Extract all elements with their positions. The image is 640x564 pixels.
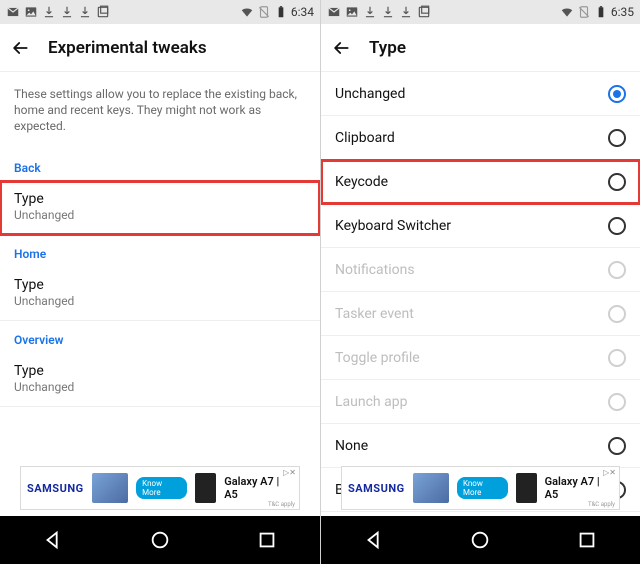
- option-label: Notifications: [335, 262, 415, 278]
- gmail-icon: [6, 5, 20, 19]
- ad-product-image: [516, 473, 537, 503]
- nav-recents-button[interactable]: [254, 527, 280, 553]
- type-option: Tasker event: [321, 292, 640, 336]
- option-label: Unchanged: [335, 86, 405, 102]
- adchoices-icon[interactable]: ▷✕: [283, 468, 296, 477]
- type-option: Notifications: [321, 248, 640, 292]
- radio-button-icon[interactable]: [608, 217, 626, 235]
- radio-button-icon: [608, 349, 626, 367]
- option-label: Keycode: [335, 174, 388, 190]
- app-bar: Type: [321, 24, 640, 72]
- adchoices-icon[interactable]: ▷✕: [603, 468, 616, 477]
- radio-button-icon[interactable]: [608, 173, 626, 191]
- wifi-icon: [240, 5, 254, 19]
- nav-back-button[interactable]: [361, 527, 387, 553]
- section-header-overview: Overview: [0, 321, 320, 353]
- radio-button-icon: [608, 393, 626, 411]
- nav-home-button[interactable]: [147, 527, 173, 553]
- type-option[interactable]: None: [321, 424, 640, 468]
- section-header-home: Home: [0, 235, 320, 267]
- no-sim-icon: [577, 5, 591, 19]
- pref-title: Type: [14, 363, 306, 379]
- wifi-icon: [560, 5, 574, 19]
- ad-terms: T&C apply: [588, 501, 615, 508]
- download-icon: [42, 5, 56, 19]
- app-bar-title: Experimental tweaks: [48, 38, 207, 58]
- ad-brand: SAMSUNG: [348, 482, 405, 495]
- nav-back-button[interactable]: [40, 527, 66, 553]
- ad-product-image: [195, 473, 216, 503]
- app-bar-title: Type: [369, 38, 406, 58]
- battery-icon: [594, 5, 608, 19]
- type-option[interactable]: Clipboard: [321, 116, 640, 160]
- section-header-back: Back: [0, 149, 320, 181]
- option-label: Tasker event: [335, 306, 414, 322]
- pref-title: Type: [14, 277, 306, 293]
- settings-description: These settings allow you to replace the …: [0, 72, 320, 149]
- back-arrow-icon[interactable]: [10, 38, 30, 58]
- status-bar: 6:34: [0, 0, 320, 24]
- option-label: Toggle profile: [335, 350, 420, 366]
- pref-summary: Unchanged: [14, 380, 306, 394]
- radio-button-icon[interactable]: [608, 85, 626, 103]
- type-option: Toggle profile: [321, 336, 640, 380]
- type-preference[interactable]: TypeUnchanged: [0, 267, 320, 321]
- screenshot-icon: [417, 5, 431, 19]
- ad-thumbnail: [92, 473, 129, 503]
- radio-button-icon: [608, 305, 626, 323]
- type-option: Launch app: [321, 380, 640, 424]
- type-option[interactable]: Keycode: [321, 160, 640, 204]
- pref-summary: Unchanged: [14, 208, 306, 222]
- ad-product-name: Galaxy A7 | A5: [224, 475, 293, 501]
- type-preference[interactable]: TypeUnchanged: [0, 181, 320, 235]
- download-icon: [399, 5, 413, 19]
- ad-cta-button[interactable]: Know More: [457, 477, 508, 499]
- back-arrow-icon[interactable]: [331, 38, 351, 58]
- pref-title: Type: [14, 191, 306, 207]
- option-label: Clipboard: [335, 130, 395, 146]
- image-icon: [345, 5, 359, 19]
- status-bar: 6:35: [321, 0, 640, 24]
- nav-recents-button[interactable]: [574, 527, 600, 553]
- ad-cta-button[interactable]: Know More: [136, 477, 187, 499]
- image-icon: [24, 5, 38, 19]
- download-icon: [78, 5, 92, 19]
- right-screen: 6:35 Type Unchanged Clipboard Keycode Keybo…: [320, 0, 640, 564]
- radio-button-icon[interactable]: [608, 129, 626, 147]
- status-time: 6:34: [291, 5, 314, 19]
- nav-home-button[interactable]: [467, 527, 493, 553]
- type-option[interactable]: Keyboard Switcher: [321, 204, 640, 248]
- navigation-bar: [321, 516, 640, 564]
- advertisement[interactable]: SAMSUNG Know More Galaxy A7 | A5 ▷✕ T&C …: [341, 466, 620, 510]
- ad-product-name: Galaxy A7 | A5: [545, 475, 613, 501]
- ad-terms: T&C apply: [268, 501, 295, 508]
- pref-summary: Unchanged: [14, 294, 306, 308]
- option-label: None: [335, 438, 368, 454]
- no-sim-icon: [257, 5, 271, 19]
- ad-thumbnail: [413, 473, 449, 503]
- type-preference[interactable]: TypeUnchanged: [0, 353, 320, 407]
- download-icon: [363, 5, 377, 19]
- battery-icon: [274, 5, 288, 19]
- navigation-bar: [0, 516, 320, 564]
- radio-button-icon[interactable]: [608, 437, 626, 455]
- gmail-icon: [327, 5, 341, 19]
- left-screen: 6:34 Experimental tweaks These settings …: [0, 0, 320, 564]
- ad-brand: SAMSUNG: [27, 482, 84, 495]
- option-label: Launch app: [335, 394, 407, 410]
- type-option[interactable]: Unchanged: [321, 72, 640, 116]
- option-label: Keyboard Switcher: [335, 218, 451, 234]
- app-bar: Experimental tweaks: [0, 24, 320, 72]
- download-icon: [381, 5, 395, 19]
- screenshot-icon: [96, 5, 110, 19]
- advertisement[interactable]: SAMSUNG Know More Galaxy A7 | A5 ▷✕ T&C …: [20, 466, 300, 510]
- status-time: 6:35: [611, 5, 634, 19]
- download-icon: [60, 5, 74, 19]
- radio-button-icon: [608, 261, 626, 279]
